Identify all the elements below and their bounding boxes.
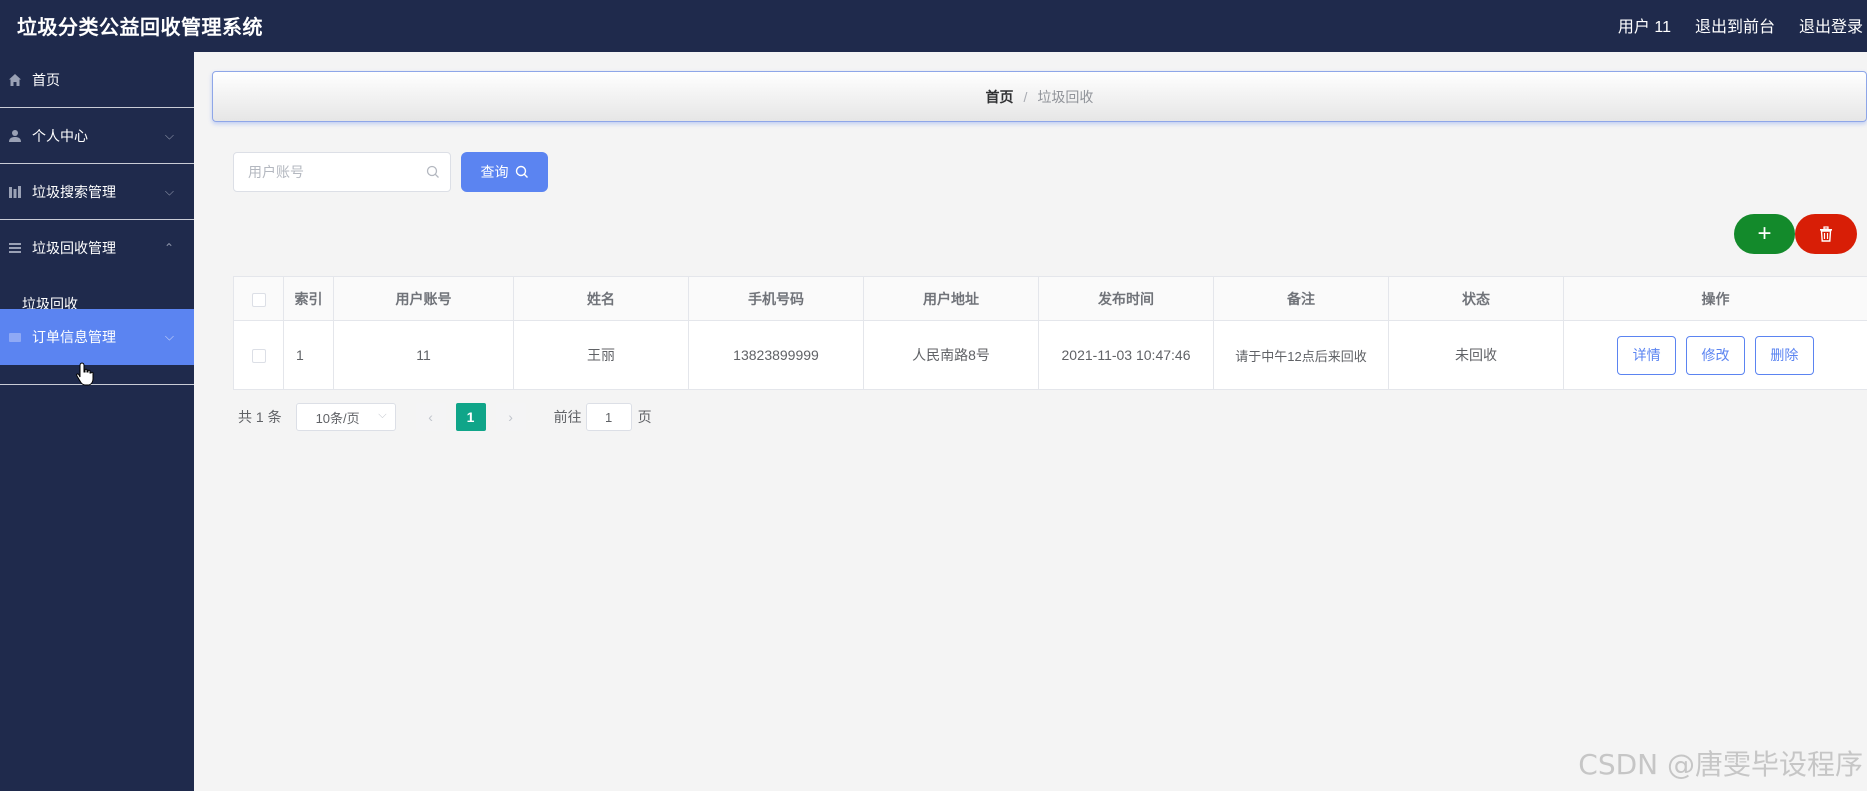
cell-status: 未回收 [1388, 320, 1564, 390]
chevron-down-icon: ⌵ [164, 184, 174, 198]
chevron-down-icon: ⌵ [164, 128, 174, 142]
order-icon [7, 329, 23, 345]
current-user-label[interactable]: 用户 11 [1618, 13, 1671, 37]
user-icon [7, 128, 23, 144]
select-all-checkbox-cell [233, 276, 284, 321]
chevron-up-icon: ⌃ [163, 241, 174, 255]
sidebar-item-order-info[interactable]: 订单信息管理 ⌵ [0, 309, 194, 365]
search-field-wrapper [233, 152, 451, 192]
hand-cursor-icon [76, 362, 94, 386]
page-number-button[interactable]: 1 [455, 403, 486, 431]
top-bar: 垃圾分类公益回收管理系统 用户 11 退出到前台 退出登录 [0, 0, 1867, 52]
plus-icon: + [1757, 220, 1772, 247]
column-header: 索引 [283, 276, 334, 321]
page-size-value: 10条/页 [315, 410, 360, 426]
column-header: 用户账号 [333, 276, 514, 321]
sidebar-item-label: 垃圾搜索管理 [32, 183, 116, 200]
search-icon [426, 165, 439, 178]
prev-page-button[interactable]: ‹ [415, 403, 446, 431]
breadcrumb: 首页 / 垃圾回收 [212, 71, 1867, 122]
trash-icon [1820, 226, 1832, 242]
column-header: 姓名 [513, 276, 689, 321]
logout-link[interactable]: 退出登录 [1799, 13, 1863, 37]
query-button-label: 查询 [480, 164, 509, 180]
pagination: 共 1 条 10条/页 ⌵ ‹ 1 › 前往 1 页 [238, 403, 652, 431]
select-all-checkbox[interactable] [251, 292, 266, 307]
detail-button[interactable]: 详情 [1617, 335, 1677, 375]
chart-icon [7, 184, 23, 200]
chevron-right-icon: › [508, 409, 513, 425]
breadcrumb-current: 垃圾回收 [1037, 88, 1094, 105]
row-checkbox[interactable] [251, 349, 266, 364]
sidebar-item-label: 个人中心 [32, 127, 88, 144]
page-suffix-label: 页 [637, 409, 652, 425]
search-icon [515, 165, 528, 178]
edit-button[interactable]: 修改 [1686, 335, 1745, 375]
sidebar-item-garbage-recycle[interactable]: 垃圾回收管理 ⌃ [0, 220, 194, 276]
cell-index: 1 [283, 320, 334, 390]
add-button[interactable]: + [1734, 214, 1795, 254]
home-icon [7, 72, 23, 88]
sidebar: 首页 个人中心 ⌵ 垃圾搜索管理 ⌵ 垃圾回收管理 ⌃ 垃圾回收 订单信息管理 … [0, 52, 194, 791]
cell-account: 11 [333, 320, 514, 390]
watermark: CSDN @唐雯毕设程序 [1578, 748, 1863, 781]
query-button[interactable]: 查询 [461, 152, 548, 192]
sidebar-item-home[interactable]: 首页 [0, 52, 194, 108]
goto-page-input[interactable]: 1 [585, 403, 632, 431]
list-icon [7, 240, 23, 256]
batch-delete-button[interactable] [1795, 214, 1857, 254]
chevron-left-icon: ‹ [428, 409, 433, 425]
page-size-select[interactable]: 10条/页 ⌵ [295, 403, 396, 431]
breadcrumb-separator: / [1023, 88, 1028, 105]
sidebar-item-personal-center[interactable]: 个人中心 ⌵ [0, 108, 194, 164]
cell-time: 2021-11-03 10:47:46 [1038, 320, 1214, 390]
pagination-total: 共 1 条 [238, 409, 282, 425]
data-table: 索引 用户账号 姓名 手机号码 用户地址 发布时间 备注 状态 操作 1 11 … [233, 276, 1867, 390]
sidebar-item-label: 首页 [32, 71, 60, 88]
chevron-down-icon: ⌵ [164, 329, 174, 344]
sidebar-divider [0, 384, 194, 385]
back-to-front-link[interactable]: 退出到前台 [1695, 13, 1775, 37]
column-header: 备注 [1213, 276, 1389, 321]
table-header-row: 索引 用户账号 姓名 手机号码 用户地址 发布时间 备注 状态 操作 [233, 276, 1867, 321]
row-checkbox-cell [233, 320, 284, 390]
header-links: 用户 11 退出到前台 退出登录 [1618, 13, 1863, 37]
breadcrumb-home[interactable]: 首页 [986, 87, 1014, 107]
search-input[interactable] [234, 153, 414, 191]
cell-address: 人民南路8号 [863, 320, 1039, 390]
sidebar-item-garbage-search[interactable]: 垃圾搜索管理 ⌵ [0, 164, 194, 220]
cell-remark: 请于中午12点后来回收 [1213, 320, 1389, 390]
next-page-button[interactable]: › [495, 403, 526, 431]
column-header: 操作 [1563, 276, 1867, 321]
delete-button[interactable]: 删除 [1754, 335, 1814, 375]
cell-phone: 13823899999 [688, 320, 864, 390]
sidebar-item-label: 垃圾回收管理 [32, 240, 116, 256]
goto-label: 前往 [553, 409, 582, 425]
table-row: 1 11 王丽 13823899999 人民南路8号 2021-11-03 10… [233, 320, 1867, 390]
column-header: 发布时间 [1038, 276, 1214, 321]
sidebar-item-label: 订单信息管理 [32, 329, 116, 345]
chevron-down-icon: ⌵ [378, 409, 387, 421]
column-header: 状态 [1388, 276, 1564, 321]
app-title: 垃圾分类公益回收管理系统 [17, 17, 263, 39]
column-header: 用户地址 [863, 276, 1039, 321]
column-header: 手机号码 [688, 276, 864, 321]
cell-name: 王丽 [513, 320, 689, 390]
cell-actions: 详情 修改 删除 [1563, 320, 1867, 390]
